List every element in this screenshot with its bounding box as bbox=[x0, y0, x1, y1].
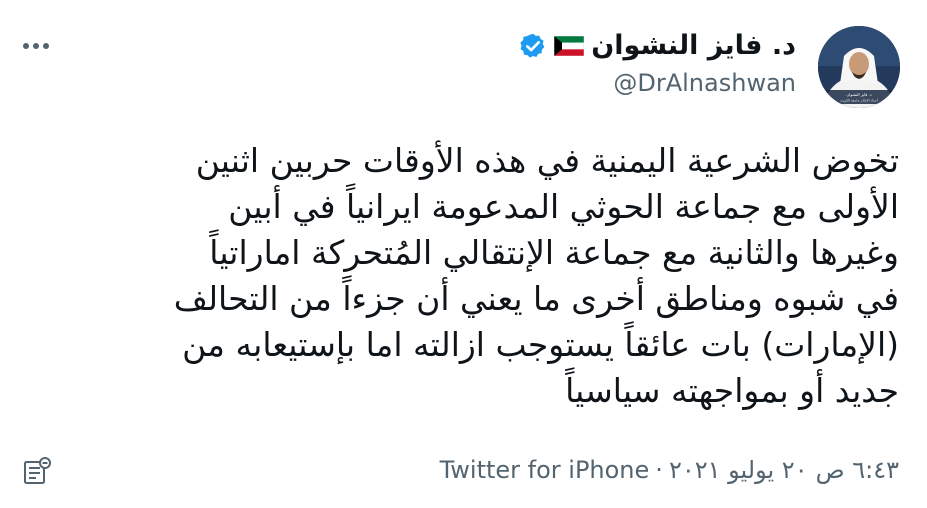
tweet-line: وغيرها والثانية مع جماعة الإنتقالي المُت… bbox=[209, 233, 899, 272]
tweet-line: (الإمارات) بات عائقاً يستوجب ازالته اما … bbox=[182, 325, 899, 364]
tweet-header: د. فايز النشوان @DrAlnashwan bbox=[519, 28, 796, 98]
author-name-row: د. فايز النشوان bbox=[519, 28, 796, 64]
tweet-date[interactable]: ٢٠ يوليو ٢٠٢١ bbox=[669, 456, 808, 484]
meta-separator: · bbox=[655, 456, 663, 484]
view-analytics-icon[interactable] bbox=[22, 456, 52, 486]
author-handle[interactable]: @DrAlnashwan bbox=[519, 68, 796, 98]
tweet-line: في شبوه ومناطق أخرى ما يعني أن جزءاً من … bbox=[173, 279, 899, 318]
kuwait-flag-icon bbox=[554, 36, 585, 56]
tweet-source[interactable]: Twitter for iPhone bbox=[440, 456, 650, 484]
tweet-metadata: Twitter for iPhone · ٢٠ يوليو ٢٠٢١ ٦:٤٣ … bbox=[440, 452, 899, 488]
avatar-caption: د. فايز النشوان bbox=[846, 92, 871, 97]
tweet-time[interactable]: ٦:٤٣ ص bbox=[816, 456, 899, 484]
tweet-line: جديد أو بمواجهته سياسياً bbox=[565, 371, 899, 410]
more-options-button[interactable] bbox=[20, 36, 52, 56]
author-display-name[interactable]: د. فايز النشوان bbox=[591, 28, 796, 64]
more-options-icon bbox=[23, 43, 29, 49]
tweet-line: الأولى مع جماعة الحوثي المدعومة ايرانياً… bbox=[228, 187, 899, 226]
verified-badge-icon bbox=[520, 33, 545, 58]
avatar-photo: د. فايز النشوان أستاذ الإعلام جامعة الكو… bbox=[818, 26, 900, 108]
tweet-body: تخوض الشرعية اليمنية في هذه الأوقات حربي… bbox=[39, 138, 899, 414]
avatar[interactable]: د. فايز النشوان أستاذ الإعلام جامعة الكو… bbox=[818, 26, 900, 108]
tweet-line: تخوض الشرعية اليمنية في هذه الأوقات حربي… bbox=[195, 141, 899, 180]
